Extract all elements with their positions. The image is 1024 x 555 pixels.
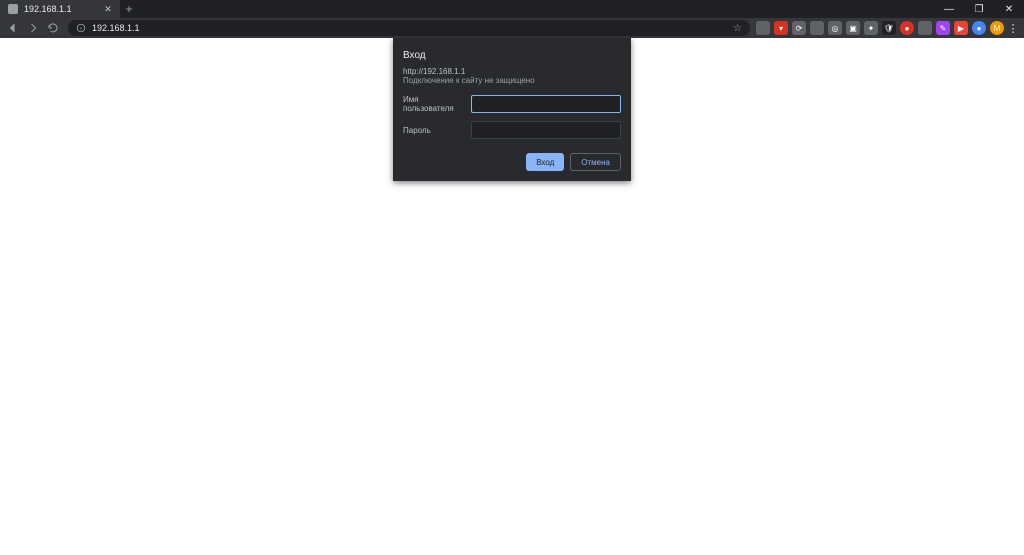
cancel-button[interactable]: Отмена (570, 153, 621, 171)
browser-tab[interactable]: 192.168.1.1 ✕ (0, 0, 120, 18)
back-button[interactable] (4, 19, 22, 37)
reload-button[interactable] (44, 19, 62, 37)
arrow-left-icon (7, 22, 19, 34)
arrow-right-icon (27, 22, 39, 34)
window-maximize-button[interactable]: ❐ (964, 0, 994, 18)
address-bar[interactable]: 192.168.1.1 ☆ (68, 20, 750, 36)
tab-title: 192.168.1.1 (24, 4, 72, 14)
login-button[interactable]: Вход (526, 153, 564, 171)
ext-5-icon[interactable]: ◎ (828, 21, 842, 35)
password-input[interactable] (471, 121, 621, 139)
dialog-actions: Вход Отмена (403, 153, 621, 171)
ext-6-icon[interactable]: ▣ (846, 21, 860, 35)
ext-10-icon[interactable] (918, 21, 932, 35)
extensions-row: ▾ ⟳ ◎ ▣ ✦ 🛡 ● ✎ ▶ ● (756, 21, 988, 35)
reload-icon (47, 22, 59, 34)
forward-button[interactable] (24, 19, 42, 37)
dialog-origin: http://192.168.1.1 (403, 67, 621, 76)
site-info-icon[interactable] (76, 23, 86, 33)
tab-favicon-icon (8, 4, 18, 14)
new-tab-button[interactable]: + (120, 0, 138, 18)
ext-2-icon[interactable]: ▾ (774, 21, 788, 35)
ext-1-icon[interactable] (756, 21, 770, 35)
ext-12-icon[interactable]: ▶ (954, 21, 968, 35)
username-label: Имя пользователя (403, 95, 463, 113)
http-auth-dialog: Вход http://192.168.1.1 Подключение к са… (393, 38, 631, 181)
bookmark-star-icon[interactable]: ☆ (733, 23, 742, 34)
password-label: Пароль (403, 126, 463, 135)
window-minimize-button[interactable]: — (934, 0, 964, 18)
window-controls: — ❐ ✕ (934, 0, 1024, 18)
toolbar: 192.168.1.1 ☆ ▾ ⟳ ◎ ▣ ✦ 🛡 ● ✎ ▶ ● M ⋮ (0, 18, 1024, 38)
ext-7-icon[interactable]: ✦ (864, 21, 878, 35)
tab-close-icon[interactable]: ✕ (104, 5, 112, 13)
ext-13-icon[interactable]: ● (972, 21, 986, 35)
dialog-title: Вход (403, 50, 621, 61)
menu-button[interactable]: ⋮ (1006, 21, 1020, 35)
password-row: Пароль (403, 121, 621, 139)
ext-11-icon[interactable]: ✎ (936, 21, 950, 35)
url-text: 192.168.1.1 (92, 23, 140, 33)
dialog-warning: Подключение к сайту не защищено (403, 76, 621, 85)
ext-4-icon[interactable] (810, 21, 824, 35)
page-viewport: Вход http://192.168.1.1 Подключение к са… (0, 38, 1024, 555)
tab-strip: 192.168.1.1 ✕ + (0, 0, 138, 18)
profile-avatar[interactable]: M (990, 21, 1004, 35)
username-input[interactable] (471, 95, 621, 113)
window-close-button[interactable]: ✕ (994, 0, 1024, 18)
ext-9-icon[interactable]: ● (900, 21, 914, 35)
ext-3-icon[interactable]: ⟳ (792, 21, 806, 35)
username-row: Имя пользователя (403, 95, 621, 113)
ext-8-icon[interactable]: 🛡 (882, 21, 896, 35)
titlebar: 192.168.1.1 ✕ + — ❐ ✕ (0, 0, 1024, 18)
